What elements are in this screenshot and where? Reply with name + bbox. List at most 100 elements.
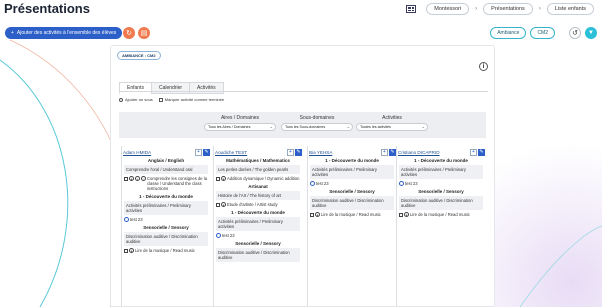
presentation-status-icon[interactable]: ● [129, 176, 134, 181]
filter-icon: ▼ [588, 30, 594, 36]
checkbox-icon[interactable] [124, 176, 128, 181]
checkbox-icon[interactable] [310, 212, 314, 217]
presentation-status-icon[interactable]: ● [221, 176, 226, 181]
chevron-down-icon: ⌄ [346, 124, 350, 129]
edit-icon[interactable]: ✎ [295, 148, 302, 156]
ambiance-badge: AMBIANCE : CM2 [117, 51, 161, 60]
add-icon[interactable]: + [287, 148, 294, 156]
add-icon[interactable]: + [470, 148, 477, 156]
student-column: Cristiano DICAPRIO + ✎ 1 - Découverte du mo… [396, 146, 485, 306]
status-circle-icon[interactable] [399, 181, 404, 186]
breadcrumb-montessori[interactable]: Montessori [426, 3, 470, 15]
activity-item[interactable]: ● Lire de la musique / Read music [308, 211, 396, 218]
add-activities-button[interactable]: + Ajouter des activités à l'ensemble des… [5, 27, 123, 39]
edit-icon[interactable]: ✎ [389, 148, 396, 156]
activity-item[interactable]: ● Lire de la musique / Read music [397, 211, 485, 218]
domain-title: Anglais / English [147, 158, 185, 163]
student-column: Bia YEHSA + ✎ 1 - Découverte du monde Activi… [307, 146, 396, 306]
breadcrumb: Montessori › Présentations › Liste enfan… [406, 3, 594, 15]
domain-filter-select[interactable]: Tous les Aires / Domaines ⌄ [204, 123, 276, 131]
student-header: Adam HMIDA + ✎ [122, 148, 210, 156]
edit-icon[interactable]: ✎ [478, 148, 485, 156]
activity-item[interactable]: ● ◐ ○ Comprendre les consignes de la classe… [122, 175, 210, 192]
activity-label: test 23 [222, 233, 235, 238]
checkbox-icon[interactable] [399, 212, 403, 217]
domain-title: Artisanat [248, 184, 268, 189]
tab-activites[interactable]: Activités [189, 82, 224, 94]
ambiance-filter-chip[interactable]: Ambiance [490, 27, 527, 39]
activity-item[interactable]: test 23 [122, 216, 210, 223]
activity-item[interactable]: ● Addition dynamique / Dynamic addition [214, 175, 302, 182]
chevron-down-icon: ⌄ [269, 124, 273, 129]
subdomain-filter-select[interactable]: Tous les Sous-domaines ⌄ [281, 123, 353, 131]
student-header: Aoudiche TEST + ✎ [214, 148, 302, 156]
mastery-status-icon[interactable]: ○ [141, 176, 146, 181]
plus-icon: + [11, 30, 14, 36]
student-column: Adam HMIDA + ✎ Anglais / English Comprendre … [121, 146, 210, 306]
activity-item[interactable]: test 23 [308, 180, 396, 187]
reset-icon: ↺ [572, 30, 578, 37]
subdomain-box: Discrimination auditive / Discrimination… [216, 248, 300, 262]
student-header: Cristiano DICAPRIO + ✎ [397, 148, 485, 156]
subdomain-box: Discrimination auditive / Discrimination… [124, 232, 208, 246]
presentation-status-icon[interactable]: ● [221, 202, 226, 207]
presentation-status-icon[interactable]: ● [404, 212, 409, 217]
activity-label: Comprendre les consignes de la classe / … [147, 176, 208, 191]
print-button[interactable]: ▤ [138, 27, 150, 39]
level-filter-chip[interactable]: CM2 [530, 27, 555, 39]
add-icon[interactable]: + [195, 148, 202, 156]
checkbox-icon[interactable] [124, 248, 128, 253]
student-name-link[interactable]: Aoudiche TEST [215, 150, 286, 155]
subdomain-box: Discrimination auditive / Discrimination… [310, 196, 394, 210]
breadcrumb-liste-enfants[interactable]: Liste enfants [546, 3, 594, 15]
tab-divider [119, 91, 488, 92]
activity-label: Addition dynamique / Dynamic addition [227, 176, 300, 181]
chevron-right-icon: › [538, 6, 541, 12]
subdomain-box: Activités préliminaires / Preliminary ac… [124, 201, 208, 215]
activity-label: Lire de la musique / Read music [321, 212, 381, 217]
domain-title: 1 - Découverte du monde [414, 158, 468, 163]
student-columns: Adam HMIDA + ✎ Anglais / English Comprendre … [121, 146, 487, 306]
activity-label: test 23 [405, 181, 418, 186]
add-sub-option[interactable]: Ajouter un sous [119, 97, 153, 102]
practice-status-icon[interactable]: ◐ [135, 176, 140, 181]
activities-filter-select[interactable]: Toutes les activités ⌄ [356, 123, 428, 131]
checkbox-icon[interactable] [216, 176, 220, 181]
activity-item[interactable]: ● Etude d'artiste / Artist study [214, 201, 302, 208]
reset-button[interactable]: ↺ [569, 27, 581, 39]
subdomain-box: Activités préliminaires / Preliminary ac… [216, 217, 300, 231]
filter-button[interactable]: ▼ [585, 27, 597, 39]
presentation-status-icon[interactable]: ● [315, 212, 320, 217]
info-icon[interactable]: i [479, 62, 488, 71]
activity-item[interactable]: ● Lire de la musique / Read music [122, 247, 210, 254]
checkbox-icon[interactable] [216, 202, 220, 207]
edit-icon[interactable]: ✎ [203, 148, 210, 156]
refresh-button[interactable]: ↻ [123, 27, 135, 39]
subdomain-box: Activités préliminaires / Preliminary ac… [399, 165, 483, 179]
domain-title: Sensorielle / Sensory [143, 225, 189, 230]
activity-item[interactable]: test 23 [214, 232, 302, 239]
subdomain-filter-label: Sous-domaines [299, 115, 335, 121]
activity-label: test 23 [130, 217, 143, 222]
student-name-link[interactable]: Bia YEHSA [309, 150, 380, 155]
activity-label: Lire de la musique / Read music [410, 212, 470, 217]
student-name-link[interactable]: Adam HMIDA [123, 150, 194, 155]
status-circle-icon[interactable] [310, 181, 315, 186]
view-options: Ajouter un sous Marquer activité comme t… [119, 97, 224, 102]
tab-enfants[interactable]: Enfants [119, 82, 152, 94]
grid-view-icon[interactable] [406, 5, 417, 13]
presentation-status-icon[interactable]: ● [129, 248, 134, 253]
activity-item[interactable]: test 23 [397, 180, 485, 187]
status-circle-icon[interactable] [216, 233, 221, 238]
domain-filter-label: Aires / Domaines [220, 115, 260, 121]
mark-done-label: Marquer activité comme terminée [164, 97, 225, 102]
breadcrumb-presentations[interactable]: Présentations [483, 3, 533, 15]
mark-done-option[interactable]: Marquer activité comme terminée [158, 97, 225, 102]
tab-calendrier[interactable]: Calendrier [150, 82, 191, 94]
domain-title: Sensorielle / Sensory [329, 189, 375, 194]
status-circle-icon[interactable] [124, 217, 129, 222]
radio-icon [119, 97, 123, 102]
add-icon[interactable]: + [381, 148, 388, 156]
student-name-link[interactable]: Cristiano DICAPRIO [398, 150, 469, 155]
student-column: Aoudiche TEST + ✎ Mathématiques / Mathemati… [213, 146, 302, 306]
